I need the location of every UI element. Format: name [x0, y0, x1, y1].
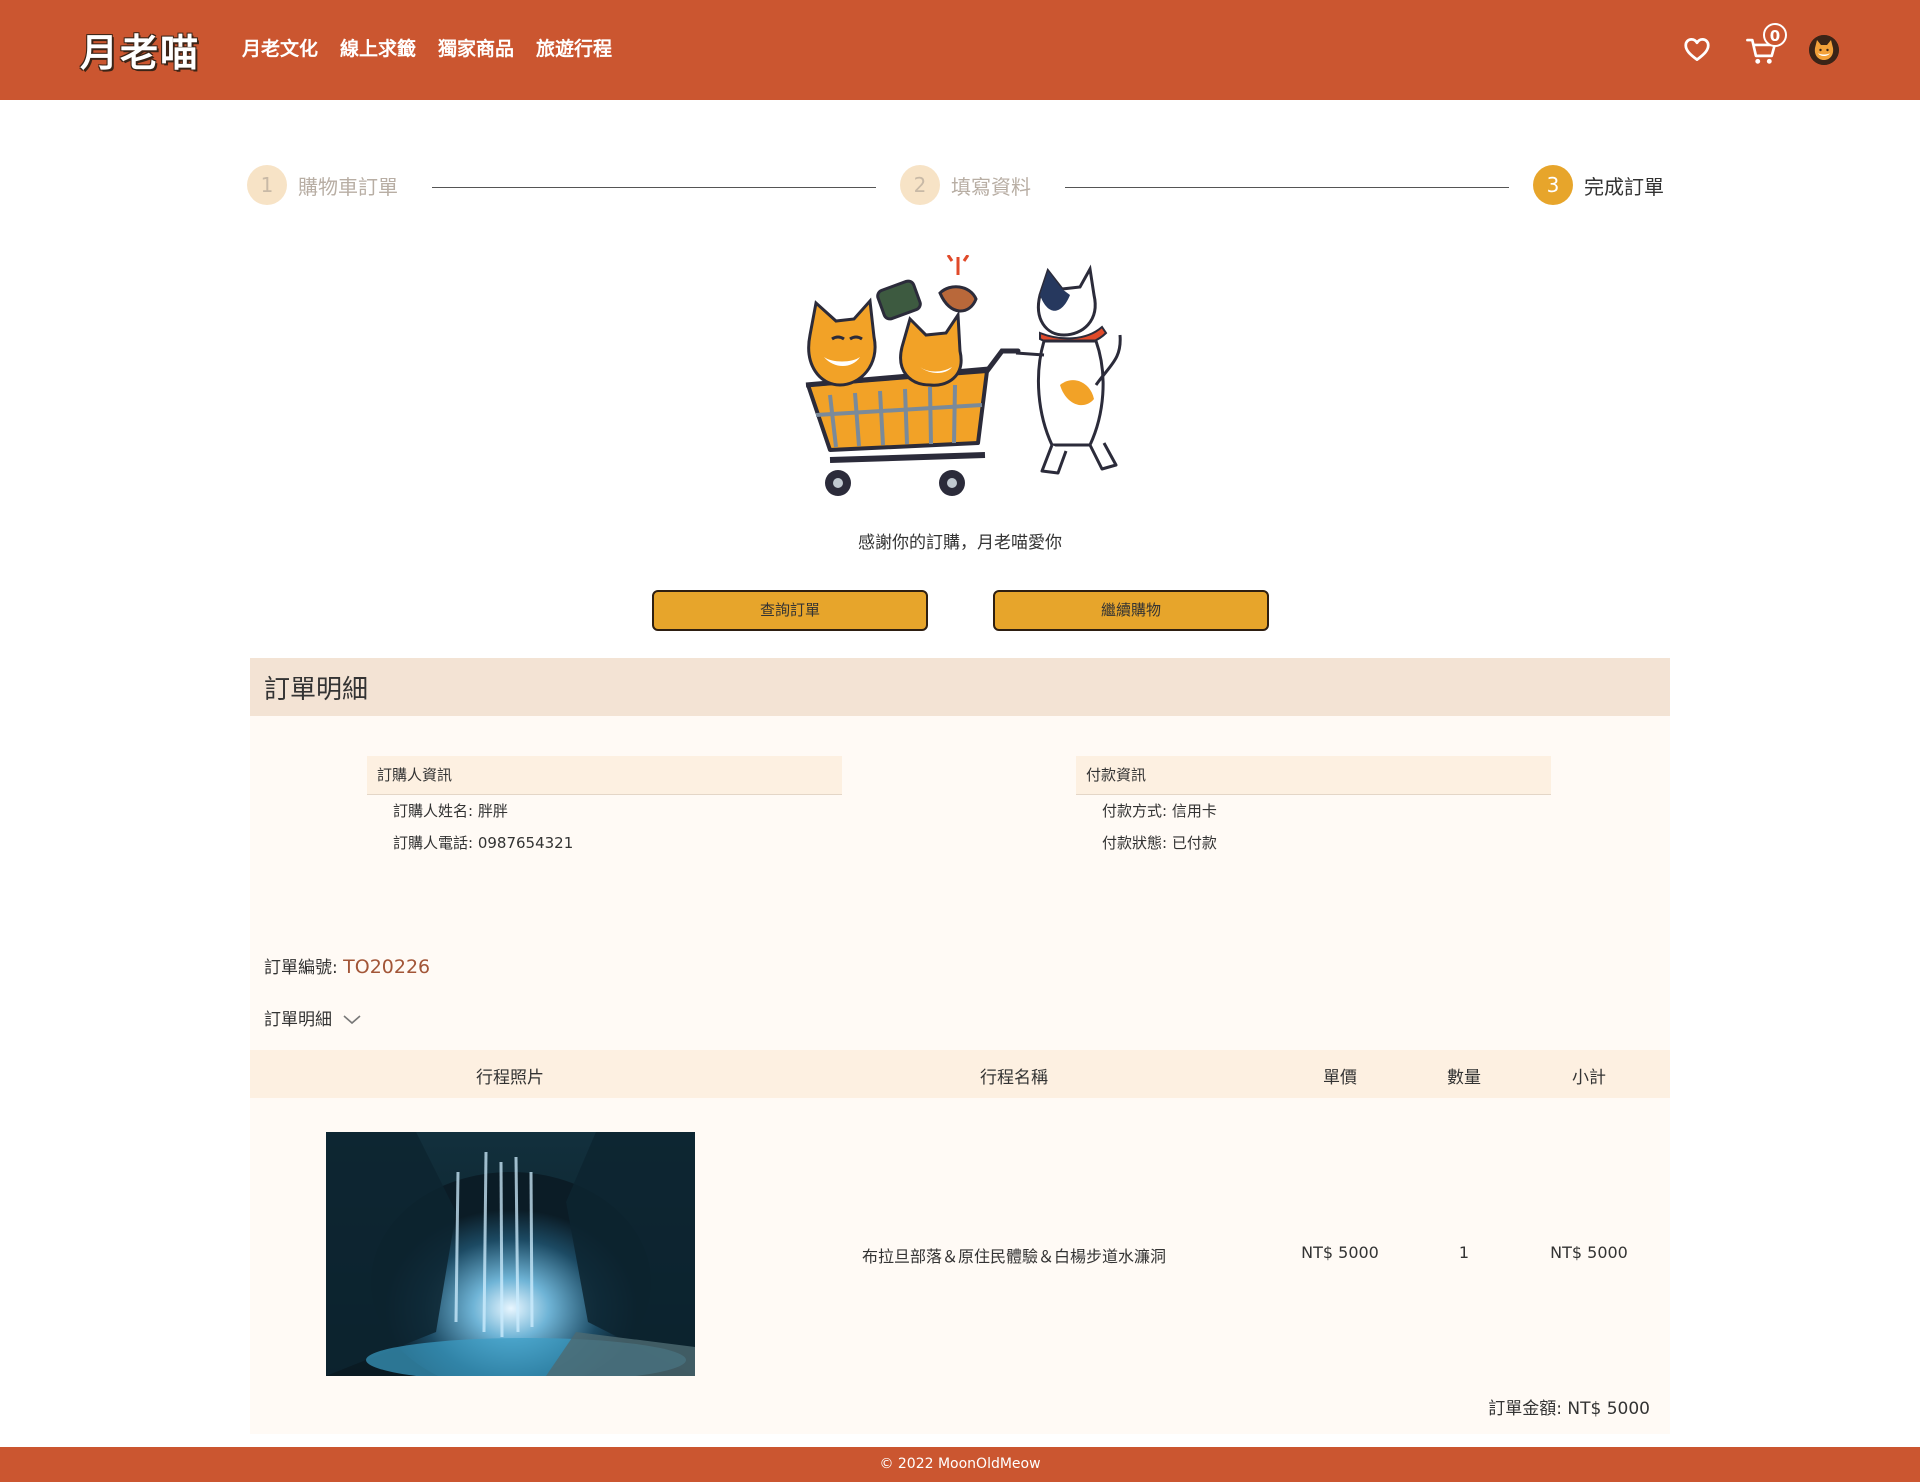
payment-status: 付款狀態: 已付款 — [1102, 834, 1217, 852]
buyer-name: 訂購人姓名: 胖胖 — [393, 802, 508, 820]
nav-link-tours[interactable]: 旅遊行程 — [536, 34, 612, 61]
payment-info-title: 付款資訊 — [1076, 756, 1551, 795]
step-number: 3 — [1533, 165, 1573, 205]
query-order-button[interactable]: 查詢訂單 — [652, 590, 928, 631]
top-navbar: 月老喵 月老文化 線上求籤 獨家商品 旅遊行程 0 — [0, 0, 1920, 100]
col-subtotal: 小計 — [1572, 1068, 1606, 1088]
step-label: 完成訂單 — [1584, 174, 1664, 199]
buyer-info-box: 訂購人資訊 訂購人姓名: 胖胖 訂購人電話: 0987654321 — [367, 756, 842, 859]
payment-info-box: 付款資訊 付款方式: 信用卡 付款狀態: 已付款 — [1076, 756, 1551, 859]
order-number: 訂單編號: TO20226 — [264, 953, 430, 978]
step-number: 2 — [900, 165, 940, 205]
footer-copyright: © 2022 MoonOldMeow — [0, 1447, 1920, 1482]
thank-you-message: 感謝你的訂購，月老喵愛你 — [858, 533, 1062, 553]
cart-count-badge: 0 — [1763, 23, 1787, 47]
continue-shopping-button[interactable]: 繼續購物 — [993, 590, 1269, 631]
quantity: 1 — [1458, 1243, 1470, 1262]
col-photo: 行程照片 — [476, 1068, 544, 1088]
step-complete: 3 完成訂單 — [1533, 165, 1664, 205]
nav-link-culture[interactable]: 月老文化 — [242, 34, 318, 61]
order-detail-header: 訂單明細 — [250, 658, 1670, 716]
step-connector — [1065, 187, 1509, 188]
col-price: 單價 — [1323, 1068, 1357, 1088]
step-label: 購物車訂單 — [298, 174, 398, 199]
order-total: 訂單金額: NT$ 5000 — [1488, 1399, 1650, 1419]
order-table-header: 行程照片 行程名稱 單價 數量 小計 — [250, 1050, 1670, 1098]
step-fill-info: 2 填寫資料 — [900, 165, 1031, 205]
order-details-toggle-label: 訂單明細 — [264, 1010, 332, 1030]
chevron-down-icon — [343, 1013, 361, 1029]
order-details-toggle[interactable]: 訂單明細 — [264, 1005, 361, 1030]
subtotal: NT$ 5000 — [1550, 1243, 1628, 1262]
nav-link-products[interactable]: 獨家商品 — [438, 34, 514, 61]
cat-avatar-icon — [1809, 35, 1839, 65]
order-number-label: 訂單編號: — [264, 958, 344, 978]
step-cart: 1 購物車訂單 — [247, 165, 398, 205]
col-name: 行程名稱 — [980, 1068, 1048, 1088]
step-label: 填寫資料 — [951, 174, 1031, 199]
col-qty: 數量 — [1447, 1068, 1481, 1088]
order-detail-panel: 訂單明細 訂購人資訊 訂購人姓名: 胖胖 訂購人電話: 0987654321 付… — [250, 658, 1670, 1434]
heart-icon[interactable] — [1682, 34, 1712, 64]
unit-price: NT$ 5000 — [1301, 1243, 1379, 1262]
step-connector — [432, 187, 876, 188]
main-nav: 月老文化 線上求籤 獨家商品 旅遊行程 — [242, 34, 612, 61]
payment-method: 付款方式: 信用卡 — [1102, 802, 1217, 820]
buyer-info-title: 訂購人資訊 — [367, 756, 842, 795]
buyer-phone: 訂購人電話: 0987654321 — [393, 834, 574, 852]
order-number-value: TO20226 — [343, 956, 431, 978]
nav-link-fortune[interactable]: 線上求籤 — [340, 34, 416, 61]
user-avatar[interactable] — [1809, 35, 1839, 65]
site-logo[interactable]: 月老喵 — [80, 22, 200, 77]
step-number: 1 — [247, 165, 287, 205]
cats-shopping-cart-illustration — [805, 255, 1122, 496]
order-detail-title: 訂單明細 — [264, 675, 369, 705]
